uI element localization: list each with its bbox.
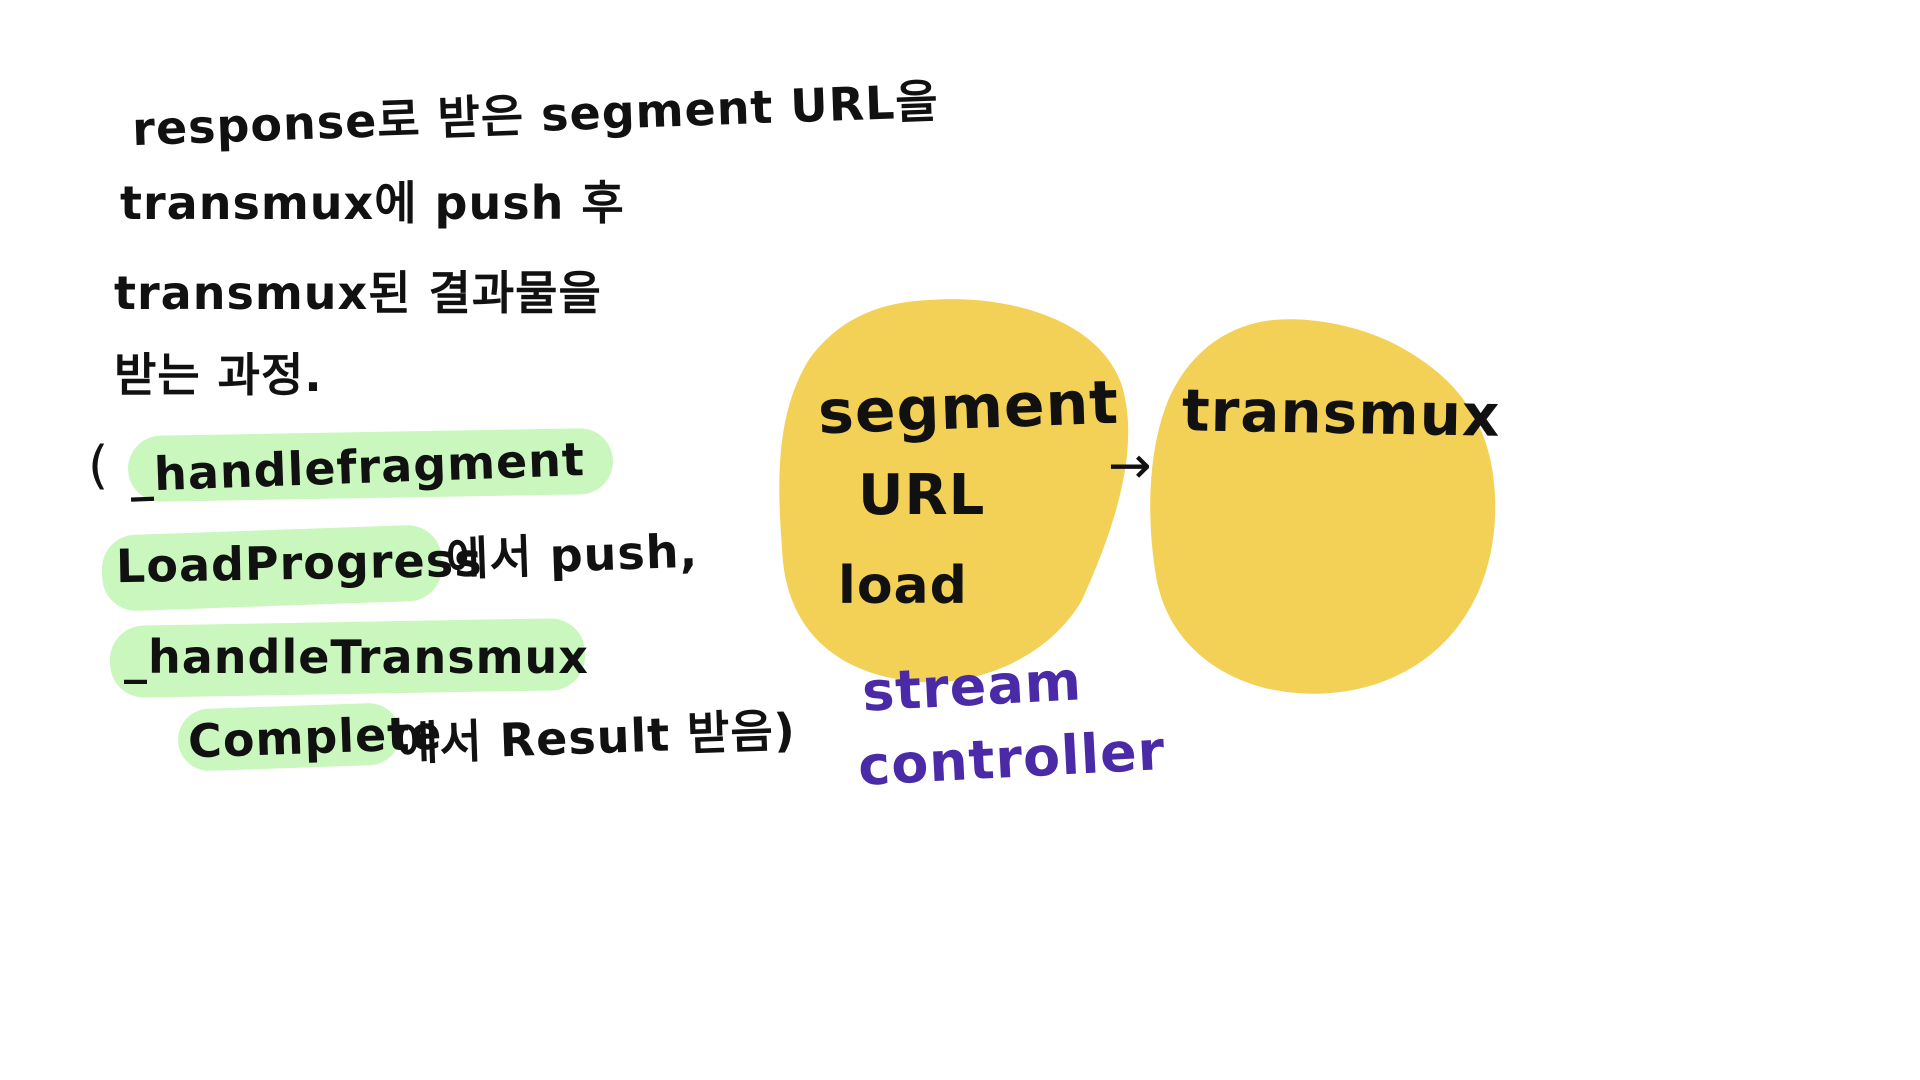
transmux-label: transmux xyxy=(1181,376,1501,450)
segment-label-line3: load xyxy=(838,556,968,616)
fn-loadprogress: LoadProgress xyxy=(115,532,483,594)
fn-handletransmux: _handleTransmux xyxy=(124,630,589,684)
caption-line2: controller xyxy=(856,719,1167,799)
note-line-2: transmux에 push 후 xyxy=(120,176,625,230)
transmux-blob xyxy=(1150,319,1496,694)
caption-line1: stream xyxy=(860,649,1084,724)
note-line-6-rest: 에서 push, xyxy=(445,523,699,587)
whiteboard-canvas: response로 받은 segment URL을 transmux에 push… xyxy=(0,0,1920,1080)
segment-label-line1: segment xyxy=(816,367,1121,449)
note-line-8-rest: 에서 Result 받음) xyxy=(395,703,797,771)
note-line-1: response로 받은 segment URL을 xyxy=(131,73,940,157)
note-line-4: 받는 과정. xyxy=(114,348,323,402)
open-paren: ( xyxy=(88,436,110,496)
segment-label-line2: URL xyxy=(858,463,986,528)
note-line-3: transmux된 결과물을 xyxy=(114,266,602,320)
arrow-icon: → xyxy=(1108,436,1153,496)
